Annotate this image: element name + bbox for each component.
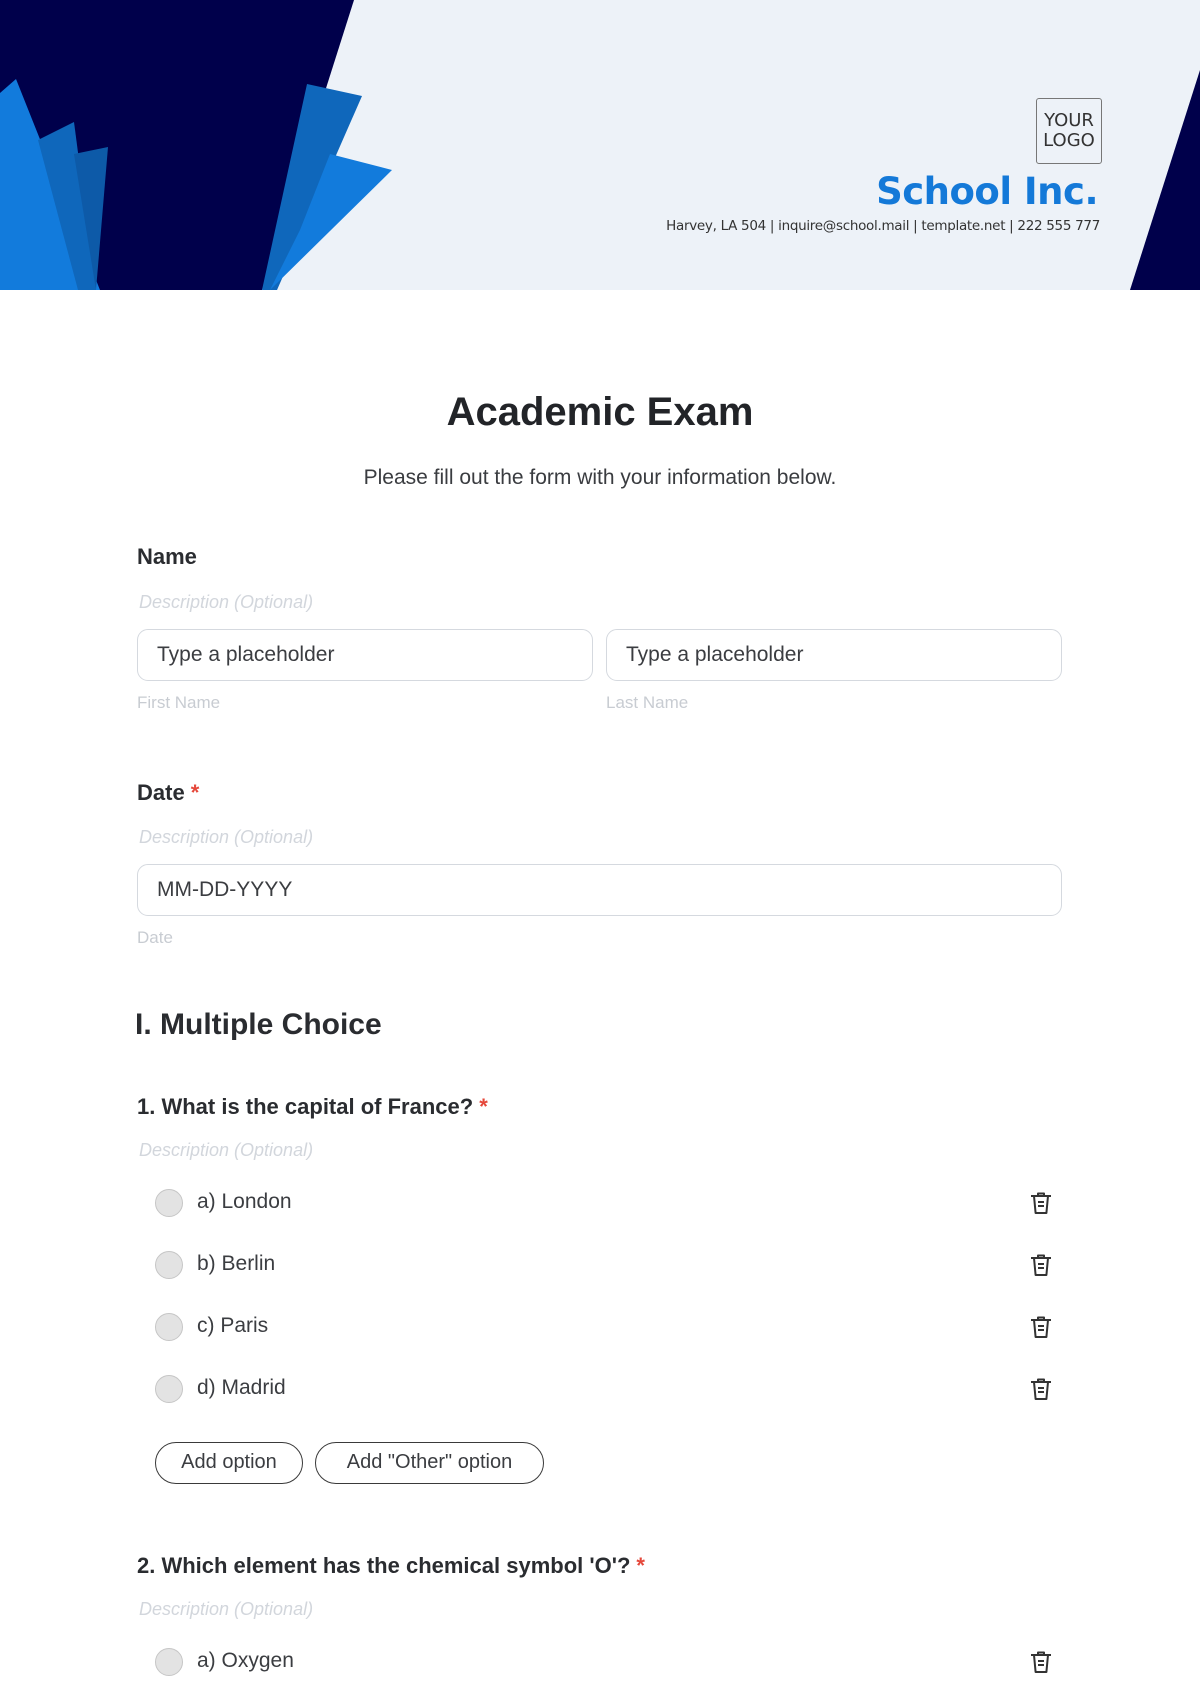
banner-decoration — [0, 0, 1200, 290]
option-label: a) London — [197, 1190, 292, 1213]
date-field-description: Description (Optional) — [139, 827, 314, 847]
trash-icon[interactable] — [1027, 1648, 1055, 1678]
option-label: c) Paris — [197, 1314, 269, 1337]
last-name-placeholder: Type a placeholder — [626, 643, 804, 666]
question-1-option-b[interactable]: b) Berlin — [155, 1248, 1055, 1284]
section-heading: I. Multiple Choice — [135, 1008, 382, 1041]
navy-panel-right — [1130, 70, 1200, 290]
add-option-button[interactable]: Add option — [155, 1442, 303, 1484]
option-label: d) Madrid — [197, 1376, 286, 1399]
school-name: School Inc. — [876, 170, 1098, 213]
option-label: b) Berlin — [197, 1252, 276, 1275]
first-name-sublabel: First Name — [137, 693, 221, 712]
school-contact-info: Harvey, LA 504 | inquire@school.mail | t… — [666, 218, 1100, 234]
date-placeholder: MM-DD-YYYY — [157, 878, 293, 901]
logo-placeholder: YOUR LOGO — [1036, 98, 1102, 164]
date-sublabel: Date — [137, 928, 173, 947]
question-2-text: 2. Which element has the chemical symbol… — [137, 1553, 631, 1578]
form-subtitle: Please fill out the form with your infor… — [363, 466, 837, 489]
name-field-label: Name — [137, 544, 197, 569]
logo-line-1: YOUR — [1044, 110, 1094, 131]
radio-button[interactable] — [155, 1648, 183, 1676]
option-label: a) Oxygen — [197, 1649, 294, 1672]
date-field-label: Date * — [137, 780, 199, 806]
date-input[interactable]: MM-DD-YYYY — [137, 864, 1062, 916]
question-1-option-d[interactable]: d) Madrid — [155, 1372, 1055, 1408]
radio-button[interactable] — [155, 1375, 183, 1403]
radio-button[interactable] — [155, 1313, 183, 1341]
question-2-option-a[interactable]: a) Oxygen — [155, 1645, 1055, 1681]
question-1-label: 1. What is the capital of France? * — [137, 1094, 488, 1120]
question-2-description: Description (Optional) — [139, 1599, 314, 1619]
first-name-placeholder: Type a placeholder — [157, 643, 335, 666]
question-1-description: Description (Optional) — [139, 1140, 314, 1160]
letterhead-banner: YOUR LOGO School Inc. Harvey, LA 504 | i… — [0, 0, 1200, 290]
trash-icon[interactable] — [1027, 1313, 1055, 1343]
radio-button[interactable] — [155, 1251, 183, 1279]
required-asterisk: * — [479, 1094, 488, 1119]
required-asterisk: * — [636, 1553, 645, 1578]
add-other-option-button[interactable]: Add "Other" option — [315, 1442, 544, 1484]
logo-line-2: LOGO — [1043, 130, 1095, 151]
trash-icon[interactable] — [1027, 1375, 1055, 1405]
question-1-text: 1. What is the capital of France? — [137, 1094, 474, 1119]
required-asterisk: * — [190, 780, 200, 805]
form-title: Academic Exam — [446, 390, 754, 434]
question-1-option-c[interactable]: c) Paris — [155, 1310, 1055, 1346]
question-2-label: 2. Which element has the chemical symbol… — [137, 1553, 645, 1579]
name-field-description: Description (Optional) — [139, 592, 314, 612]
radio-button[interactable] — [155, 1189, 183, 1217]
last-name-input[interactable]: Type a placeholder — [606, 629, 1062, 681]
trash-icon[interactable] — [1027, 1251, 1055, 1281]
question-1-option-a[interactable]: a) London — [155, 1186, 1055, 1222]
first-name-input[interactable]: Type a placeholder — [137, 629, 593, 681]
trash-icon[interactable] — [1027, 1189, 1055, 1219]
last-name-sublabel: Last Name — [606, 693, 689, 712]
date-label-text: Date — [137, 780, 185, 805]
